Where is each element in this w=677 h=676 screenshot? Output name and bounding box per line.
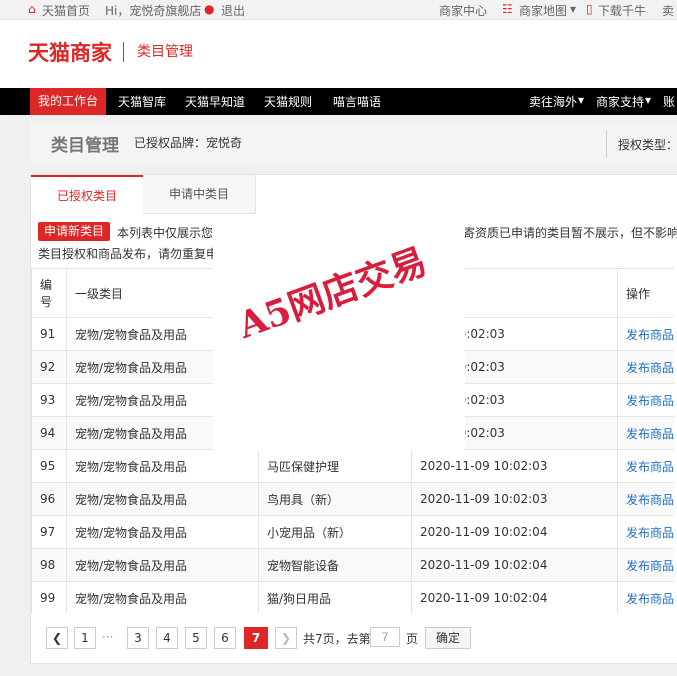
auth-type-label: 授权类型： bbox=[618, 138, 677, 152]
prev-page-button[interactable]: ❮ bbox=[46, 627, 68, 649]
top-bar: ⌂ 天猫首页 Hi，宠悦奇旗舰店 ● 退出 商家中心 ☷ 商家地图 ▾ ▯ 下载… bbox=[0, 0, 677, 20]
nav-item-overseas[interactable]: 卖往海外 bbox=[529, 93, 577, 110]
apply-category-button[interactable]: 申请新类目 bbox=[38, 222, 110, 241]
table-row: 99 宠物/宠物食品及用品 猫/狗日用品 2020-11-09 10:02:04 发布商… bbox=[31, 581, 675, 614]
notice-text-2: 寄资质已申请的类目暂不展示，但不影响 bbox=[463, 226, 677, 240]
greeting: Hi，宠悦奇旗舰店 bbox=[105, 4, 202, 18]
notice-text-3: 类目授权和商品发布，请勿重复申 bbox=[38, 247, 219, 261]
divider bbox=[123, 42, 124, 62]
page-ellipsis: ··· bbox=[102, 630, 114, 644]
page-title: 类目管理 bbox=[51, 136, 119, 156]
publish-product-link[interactable]: 发布商品 bbox=[617, 515, 675, 549]
row-category-1: 宠物/宠物食品及用品 bbox=[66, 581, 259, 614]
chevron-down-icon: ▾ bbox=[645, 93, 652, 107]
page-button-4[interactable]: 4 bbox=[156, 627, 178, 649]
merchant-map-link[interactable]: 商家地图 bbox=[519, 2, 567, 19]
nav-item-think-tank[interactable]: 天猫智库 bbox=[118, 93, 166, 110]
row-category-2: 小宠用品（新） bbox=[258, 515, 411, 549]
row-number: 97 bbox=[31, 515, 67, 549]
table-row: 97 宠物/宠物食品及用品 小宠用品（新） 2020-11-09 10:02:04 发布… bbox=[31, 515, 675, 549]
publish-product-link[interactable]: 发布商品 bbox=[617, 449, 675, 483]
publish-product-link[interactable]: 发布商品 bbox=[617, 317, 675, 351]
main-nav: 我的工作台 天猫智库 天猫早知道 天猫规则 喵言喵语 卖往海外 ▾ 商家支持 ▾… bbox=[0, 88, 677, 115]
page-button-1[interactable]: 1 bbox=[74, 627, 96, 649]
table-row: 98 宠物/宠物食品及用品 宠物智能设备 2020-11-09 10:02:04 发布商… bbox=[31, 548, 675, 582]
nav-item-workbench[interactable]: 我的工作台 bbox=[30, 88, 107, 115]
next-page-button[interactable]: ❯ bbox=[275, 627, 297, 649]
page-unit: 页 bbox=[406, 632, 419, 646]
nav-item-account[interactable]: 账 bbox=[663, 93, 675, 110]
row-number: 96 bbox=[31, 482, 67, 516]
publish-product-link[interactable]: 发布商品 bbox=[617, 350, 675, 384]
confirm-button[interactable]: 确定 bbox=[425, 627, 471, 649]
table-row: 96 宠物/宠物食品及用品 鸟用具（新） 2020-11-09 10:02:03 发布商… bbox=[31, 482, 675, 516]
logout-link[interactable]: 退出 bbox=[221, 2, 245, 19]
row-number: 93 bbox=[31, 383, 67, 417]
header-subtitle: 类目管理 bbox=[137, 44, 193, 60]
home-icon[interactable]: ⌂ bbox=[28, 2, 36, 16]
nav-item-rules[interactable]: 天猫规则 bbox=[264, 93, 312, 110]
goto-page-input[interactable] bbox=[370, 627, 400, 647]
page-button-current[interactable]: 7 bbox=[244, 627, 268, 649]
row-time: 2020-11-09 10:02:04 bbox=[411, 515, 618, 549]
publish-product-link[interactable]: 发布商品 bbox=[617, 416, 675, 450]
row-category-2: 猫/狗日用品 bbox=[258, 581, 411, 614]
row-category-1: 宠物/宠物食品及用品 bbox=[66, 449, 259, 483]
publish-product-link[interactable]: 发布商品 bbox=[617, 383, 675, 417]
row-time: 2020-11-09 10:02:04 bbox=[411, 581, 618, 614]
row-category-2: 宠物智能设备 bbox=[258, 548, 411, 582]
total-pages-text: 共7页，去第 bbox=[303, 632, 371, 646]
row-category-1: 宠物/宠物食品及用品 bbox=[66, 548, 259, 582]
seller-link[interactable]: 卖 bbox=[662, 2, 674, 19]
page-button-6[interactable]: 6 bbox=[214, 627, 236, 649]
nav-item-early-know[interactable]: 天猫早知道 bbox=[185, 93, 245, 110]
divider bbox=[606, 131, 607, 157]
publish-product-link[interactable]: 发布商品 bbox=[617, 482, 675, 516]
row-time: 2020-11-09 10:02:03 bbox=[411, 449, 618, 483]
brand-logo[interactable]: 天猫商家 bbox=[28, 37, 112, 67]
download-link[interactable]: 下载千牛 bbox=[598, 2, 646, 19]
row-time: 2020-11-09 10:02:04 bbox=[411, 548, 618, 582]
row-time: 2020-11-09 10:02:03 bbox=[411, 482, 618, 516]
row-category-1: 宠物/宠物食品及用品 bbox=[66, 482, 259, 516]
home-link[interactable]: 天猫首页 bbox=[42, 2, 90, 19]
column-header-no: 编号 bbox=[31, 268, 67, 318]
page-title-bar: 类目管理 已授权品牌：宠悦奇 授权类型： bbox=[30, 123, 677, 163]
row-number: 99 bbox=[31, 581, 67, 614]
nav-item-support[interactable]: 商家支持 bbox=[596, 93, 644, 110]
publish-product-link[interactable]: 发布商品 bbox=[617, 548, 675, 582]
row-category-1: 宠物/宠物食品及用品 bbox=[66, 515, 259, 549]
tab-applying[interactable]: 申请中类目 bbox=[143, 175, 256, 214]
row-category-2: 马匹保健护理 bbox=[258, 449, 411, 483]
column-header-op: 操作 bbox=[617, 268, 675, 318]
tab-authorized[interactable]: 已授权类目 bbox=[31, 175, 144, 215]
page-button-3[interactable]: 3 bbox=[127, 627, 149, 649]
table-row: 95 宠物/宠物食品及用品 马匹保健护理 2020-11-09 10:02:03 发布商… bbox=[31, 449, 675, 483]
phone-icon: ▯ bbox=[586, 2, 593, 16]
merchant-center-link[interactable]: 商家中心 bbox=[439, 2, 487, 19]
nav-item-miao[interactable]: 喵言喵语 bbox=[333, 93, 381, 110]
notice-text-1: 本列表中仅展示您 bbox=[117, 226, 214, 240]
list-icon: ☷ bbox=[502, 2, 513, 16]
authorized-brand: 已授权品牌：宠悦奇 bbox=[134, 136, 243, 150]
chevron-down-icon: ▾ bbox=[570, 2, 577, 16]
row-number: 92 bbox=[31, 350, 67, 384]
page-button-5[interactable]: 5 bbox=[185, 627, 207, 649]
row-number: 94 bbox=[31, 416, 67, 450]
header: 天猫商家 类目管理 bbox=[0, 20, 677, 88]
publish-product-link[interactable]: 发布商品 bbox=[617, 581, 675, 614]
row-category-2: 鸟用具（新） bbox=[258, 482, 411, 516]
row-number: 91 bbox=[31, 317, 67, 351]
user-icon: ● bbox=[204, 2, 215, 16]
row-number: 95 bbox=[31, 449, 67, 483]
chevron-down-icon: ▾ bbox=[578, 93, 585, 107]
row-number: 98 bbox=[31, 548, 67, 582]
